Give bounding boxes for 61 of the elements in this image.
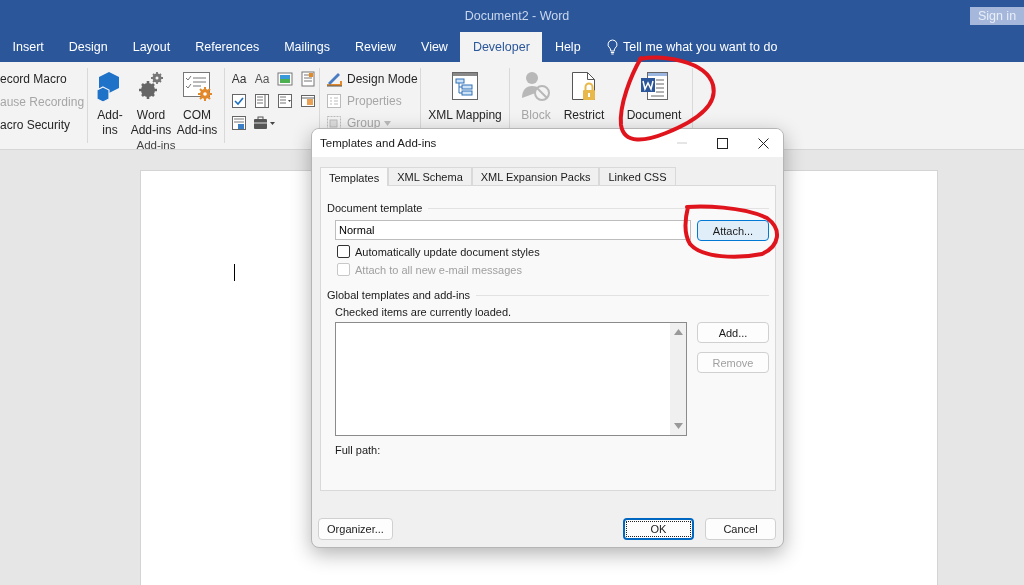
- dialog-tab[interactable]: Linked CSS: [599, 167, 676, 185]
- ruler-pencil-icon: [325, 70, 343, 88]
- dialog-title: Templates and Add-ins: [320, 137, 438, 149]
- gears-icon: [136, 70, 166, 102]
- attach-button[interactable]: Attach...: [697, 220, 769, 241]
- ribbon-tab[interactable]: Developer: [460, 32, 543, 62]
- ribbon-command[interactable]: Document: [626, 108, 682, 123]
- ribbon-tab[interactable]: View: [408, 32, 461, 62]
- full-path-label: Full path:: [335, 444, 382, 456]
- ribbon-tab[interactable]: Help: [542, 32, 594, 62]
- text-control-icon[interactable]: Aa: [253, 70, 271, 88]
- properties-icon: [325, 92, 343, 110]
- ribbon-command[interactable]: Restrict: [563, 108, 605, 123]
- add-ins-button[interactable]: COM Add-ins: [175, 68, 219, 138]
- gallery-control-icon[interactable]: [299, 70, 317, 88]
- ribbon-tab[interactable]: Layout: [120, 32, 183, 62]
- add-ins-button[interactable]: Word Add-ins: [129, 68, 173, 138]
- dialog-tab[interactable]: XML Expansion Packs: [471, 167, 600, 185]
- dialog-button[interactable]: Cancel: [705, 518, 776, 540]
- add-ins-list[interactable]: [335, 322, 687, 436]
- dialog-button[interactable]: Organizer...: [318, 518, 393, 540]
- ribbon-tab[interactable]: Review: [342, 32, 409, 62]
- ribbon-tab[interactable]: References: [182, 32, 272, 62]
- dialog-button[interactable]: OK: [623, 518, 694, 540]
- word-document-icon: [638, 70, 670, 102]
- checkbox[interactable]: [337, 245, 350, 258]
- caret-icon: [384, 120, 392, 126]
- macro-command[interactable]: ecord Macro: [0, 70, 85, 88]
- section-heading: Document template: [327, 202, 423, 214]
- dialog-tab[interactable]: Templates: [320, 167, 389, 186]
- person-blocked-icon: [520, 70, 552, 102]
- group-label: Add-ins: [135, 138, 177, 152]
- ribbon-tab[interactable]: Mailings: [271, 32, 343, 62]
- template-field[interactable]: Normal: [335, 220, 691, 240]
- window-title: Document2 - Word: [463, 9, 571, 23]
- checkbox-label[interactable]: Automatically update document styles: [355, 245, 540, 258]
- tell-me-search[interactable]: Tell me what you want to do: [623, 40, 778, 54]
- text-cursor: [234, 264, 235, 281]
- close-icon[interactable]: [758, 137, 769, 149]
- toolbox-icon[interactable]: [253, 114, 277, 132]
- dialog-tab[interactable]: XML Schema: [388, 167, 472, 185]
- xml-tree-icon: [449, 70, 481, 102]
- ribbon-command[interactable]: XML Mapping: [428, 108, 502, 123]
- hint-text: Checked items are currently loaded.: [335, 306, 513, 318]
- date-picker-icon[interactable]: [299, 92, 317, 110]
- add-ins-button[interactable]: Add-ins: [93, 68, 127, 138]
- section-heading: Global templates and add-ins: [327, 289, 471, 301]
- ribbon-tab[interactable]: Design: [56, 32, 121, 62]
- lightbulb-icon: [607, 39, 619, 55]
- checklist-gear-icon: [181, 70, 213, 102]
- repeating-section-icon[interactable]: [230, 114, 248, 132]
- combo-box-control-icon[interactable]: [253, 92, 271, 110]
- checkbox-control-icon[interactable]: [230, 92, 248, 110]
- text-control-icon[interactable]: Aa: [230, 70, 248, 88]
- maximize-icon[interactable]: [717, 137, 728, 149]
- drop-down-list-icon[interactable]: [276, 92, 294, 110]
- picture-control-icon[interactable]: [276, 70, 294, 88]
- control-command[interactable]: Design Mode: [347, 72, 418, 86]
- ribbon-tab[interactable]: Insert: [0, 32, 57, 62]
- macro-command[interactable]: acro Security: [0, 116, 85, 134]
- side-button[interactable]: Add...: [697, 322, 769, 343]
